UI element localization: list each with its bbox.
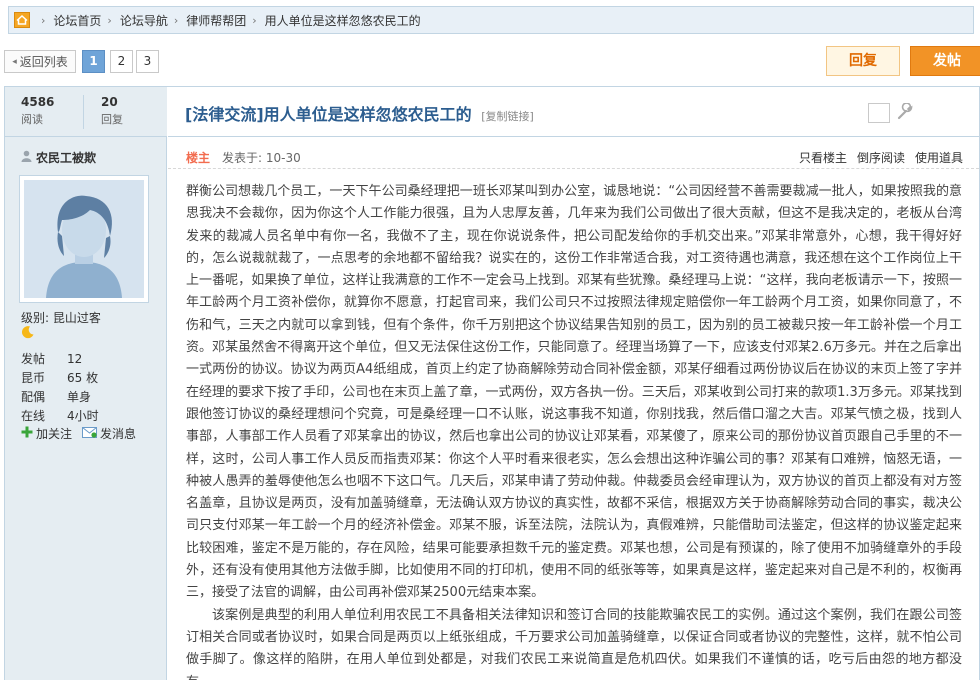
breadcrumb-forum-home[interactable]: 论坛首页 bbox=[53, 12, 101, 29]
post-content: 群衡公司想裁几个员工，一天下午公司桑经理把一班长邓某叫到办公室，诚恳地说：“公司… bbox=[186, 181, 962, 680]
back-to-list-button[interactable]: ◂ 返回列表 bbox=[4, 50, 76, 73]
info-key: 昆币 bbox=[21, 371, 46, 385]
follow-button[interactable]: 加关注 bbox=[21, 425, 72, 442]
envelope-icon bbox=[82, 426, 98, 441]
info-row-coins: 昆币 65 枚 bbox=[21, 368, 161, 387]
breadcrumb-separator: › bbox=[173, 13, 179, 27]
info-value: 4小时 bbox=[67, 409, 99, 423]
replies-stat: 20 回复 bbox=[101, 95, 171, 127]
post-container: 4586 阅读 20 回复 农民工被欺 级别: 昆山过客 发帖 12 昆币 65… bbox=[4, 86, 980, 680]
wrench-icon[interactable] bbox=[896, 102, 914, 124]
breadcrumb-separator: › bbox=[252, 13, 257, 27]
author-actions: 加关注 发消息 bbox=[21, 425, 136, 442]
info-value: 12 bbox=[67, 351, 83, 366]
moon-icon bbox=[21, 325, 35, 342]
replies-count: 20 bbox=[101, 95, 118, 109]
page-3-button[interactable]: 3 bbox=[136, 50, 159, 73]
new-post-button[interactable]: 发帖 bbox=[910, 46, 980, 76]
breadcrumb: › 论坛首页 › 论坛导航 › 律师帮帮团 › 用人单位是这样忽悠农民工的 bbox=[8, 6, 974, 34]
author-sidebar: 4586 阅读 20 回复 农民工被欺 级别: 昆山过客 发帖 12 昆币 65… bbox=[5, 87, 167, 680]
page-1-button[interactable]: 1 bbox=[82, 50, 105, 73]
thread-toolbar: ◂ 返回列表 1 2 3 回复 发帖 bbox=[4, 46, 980, 78]
breadcrumb-separator: › bbox=[107, 13, 112, 27]
post-meta: 楼主 发表于: 10-30 只看楼主 倒序阅读 使用道具 bbox=[168, 143, 979, 169]
post-date: 发表于: 10-30 bbox=[222, 151, 301, 165]
breadcrumb-forum-nav[interactable]: 论坛导航 bbox=[120, 12, 168, 29]
thread-title-text: 用人单位是这样忽悠农民工的 bbox=[263, 105, 472, 124]
reply-button[interactable]: 回复 bbox=[826, 46, 900, 76]
default-avatar-image bbox=[24, 180, 144, 298]
chevron-left-icon: ◂ bbox=[12, 56, 17, 67]
author-level: 级别: 昆山过客 bbox=[21, 309, 101, 326]
content-paragraph: 该案例是典型的利用人单位利用农民工不具备相关法律知识和签订合同的技能欺骗农民工的… bbox=[186, 607, 962, 680]
breadcrumb-lawyer-group[interactable]: 律师帮帮团 bbox=[186, 12, 246, 29]
level-label: 级别: bbox=[21, 311, 50, 325]
thread-stats: 4586 阅读 20 回复 bbox=[5, 87, 167, 137]
replies-label: 回复 bbox=[101, 113, 123, 126]
plus-icon bbox=[21, 426, 33, 441]
thread-title-bar: [法律交流]用人单位是这样忽悠农民工的 [复制链接] bbox=[168, 87, 979, 137]
breadcrumb-current-thread[interactable]: 用人单位是这样忽悠农民工的 bbox=[265, 12, 421, 29]
copy-link-button[interactable]: [复制链接] bbox=[481, 110, 534, 123]
info-value: 65 枚 bbox=[67, 371, 99, 385]
only-author-link[interactable]: 只看楼主 bbox=[799, 149, 847, 166]
info-key: 配偶 bbox=[21, 390, 46, 404]
follow-label: 加关注 bbox=[36, 427, 73, 441]
floor-label: 楼主 bbox=[186, 151, 211, 165]
content-paragraph: 群衡公司想裁几个员工，一天下午公司桑经理把一班长邓某叫到办公室，诚恳地说：“公司… bbox=[186, 184, 962, 601]
views-stat: 4586 阅读 bbox=[21, 95, 91, 127]
views-count: 4586 bbox=[21, 95, 55, 109]
info-row-posts: 发帖 12 bbox=[21, 349, 161, 368]
back-to-list-label: 返回列表 bbox=[19, 55, 68, 69]
toggle-box[interactable] bbox=[868, 103, 890, 123]
thread-category-tag[interactable]: [法律交流] bbox=[185, 105, 264, 124]
stats-divider bbox=[83, 95, 84, 129]
breadcrumb-separator: › bbox=[41, 13, 46, 27]
user-offline-icon bbox=[21, 150, 32, 165]
views-label: 阅读 bbox=[21, 113, 43, 126]
send-message-button[interactable]: 发消息 bbox=[82, 425, 136, 442]
home-icon[interactable] bbox=[9, 7, 35, 33]
use-tools-link[interactable]: 使用道具 bbox=[915, 149, 963, 166]
author-name-row: 农民工被欺 bbox=[21, 149, 96, 166]
info-key: 在线 bbox=[21, 409, 46, 423]
thread-title: [法律交流]用人单位是这样忽悠农民工的 [复制链接] bbox=[185, 101, 534, 125]
info-row-online: 在线 4小时 bbox=[21, 406, 161, 425]
info-value: 单身 bbox=[67, 390, 92, 404]
info-row-spouse: 配偶 单身 bbox=[21, 387, 161, 406]
author-avatar[interactable] bbox=[19, 175, 149, 303]
level-name[interactable]: 昆山过客 bbox=[53, 311, 101, 325]
info-key: 发帖 bbox=[21, 352, 46, 366]
reverse-order-link[interactable]: 倒序阅读 bbox=[857, 149, 905, 166]
author-info: 发帖 12 昆币 65 枚 配偶 单身 在线 4小时 bbox=[21, 349, 161, 425]
page-2-button[interactable]: 2 bbox=[110, 50, 133, 73]
post-meta-links: 只看楼主 倒序阅读 使用道具 bbox=[799, 149, 963, 166]
message-label: 发消息 bbox=[100, 427, 137, 441]
author-name[interactable]: 农民工被欺 bbox=[36, 149, 96, 166]
post-main: [法律交流]用人单位是这样忽悠农民工的 [复制链接] 楼主 发表于: 10-30… bbox=[168, 87, 979, 680]
